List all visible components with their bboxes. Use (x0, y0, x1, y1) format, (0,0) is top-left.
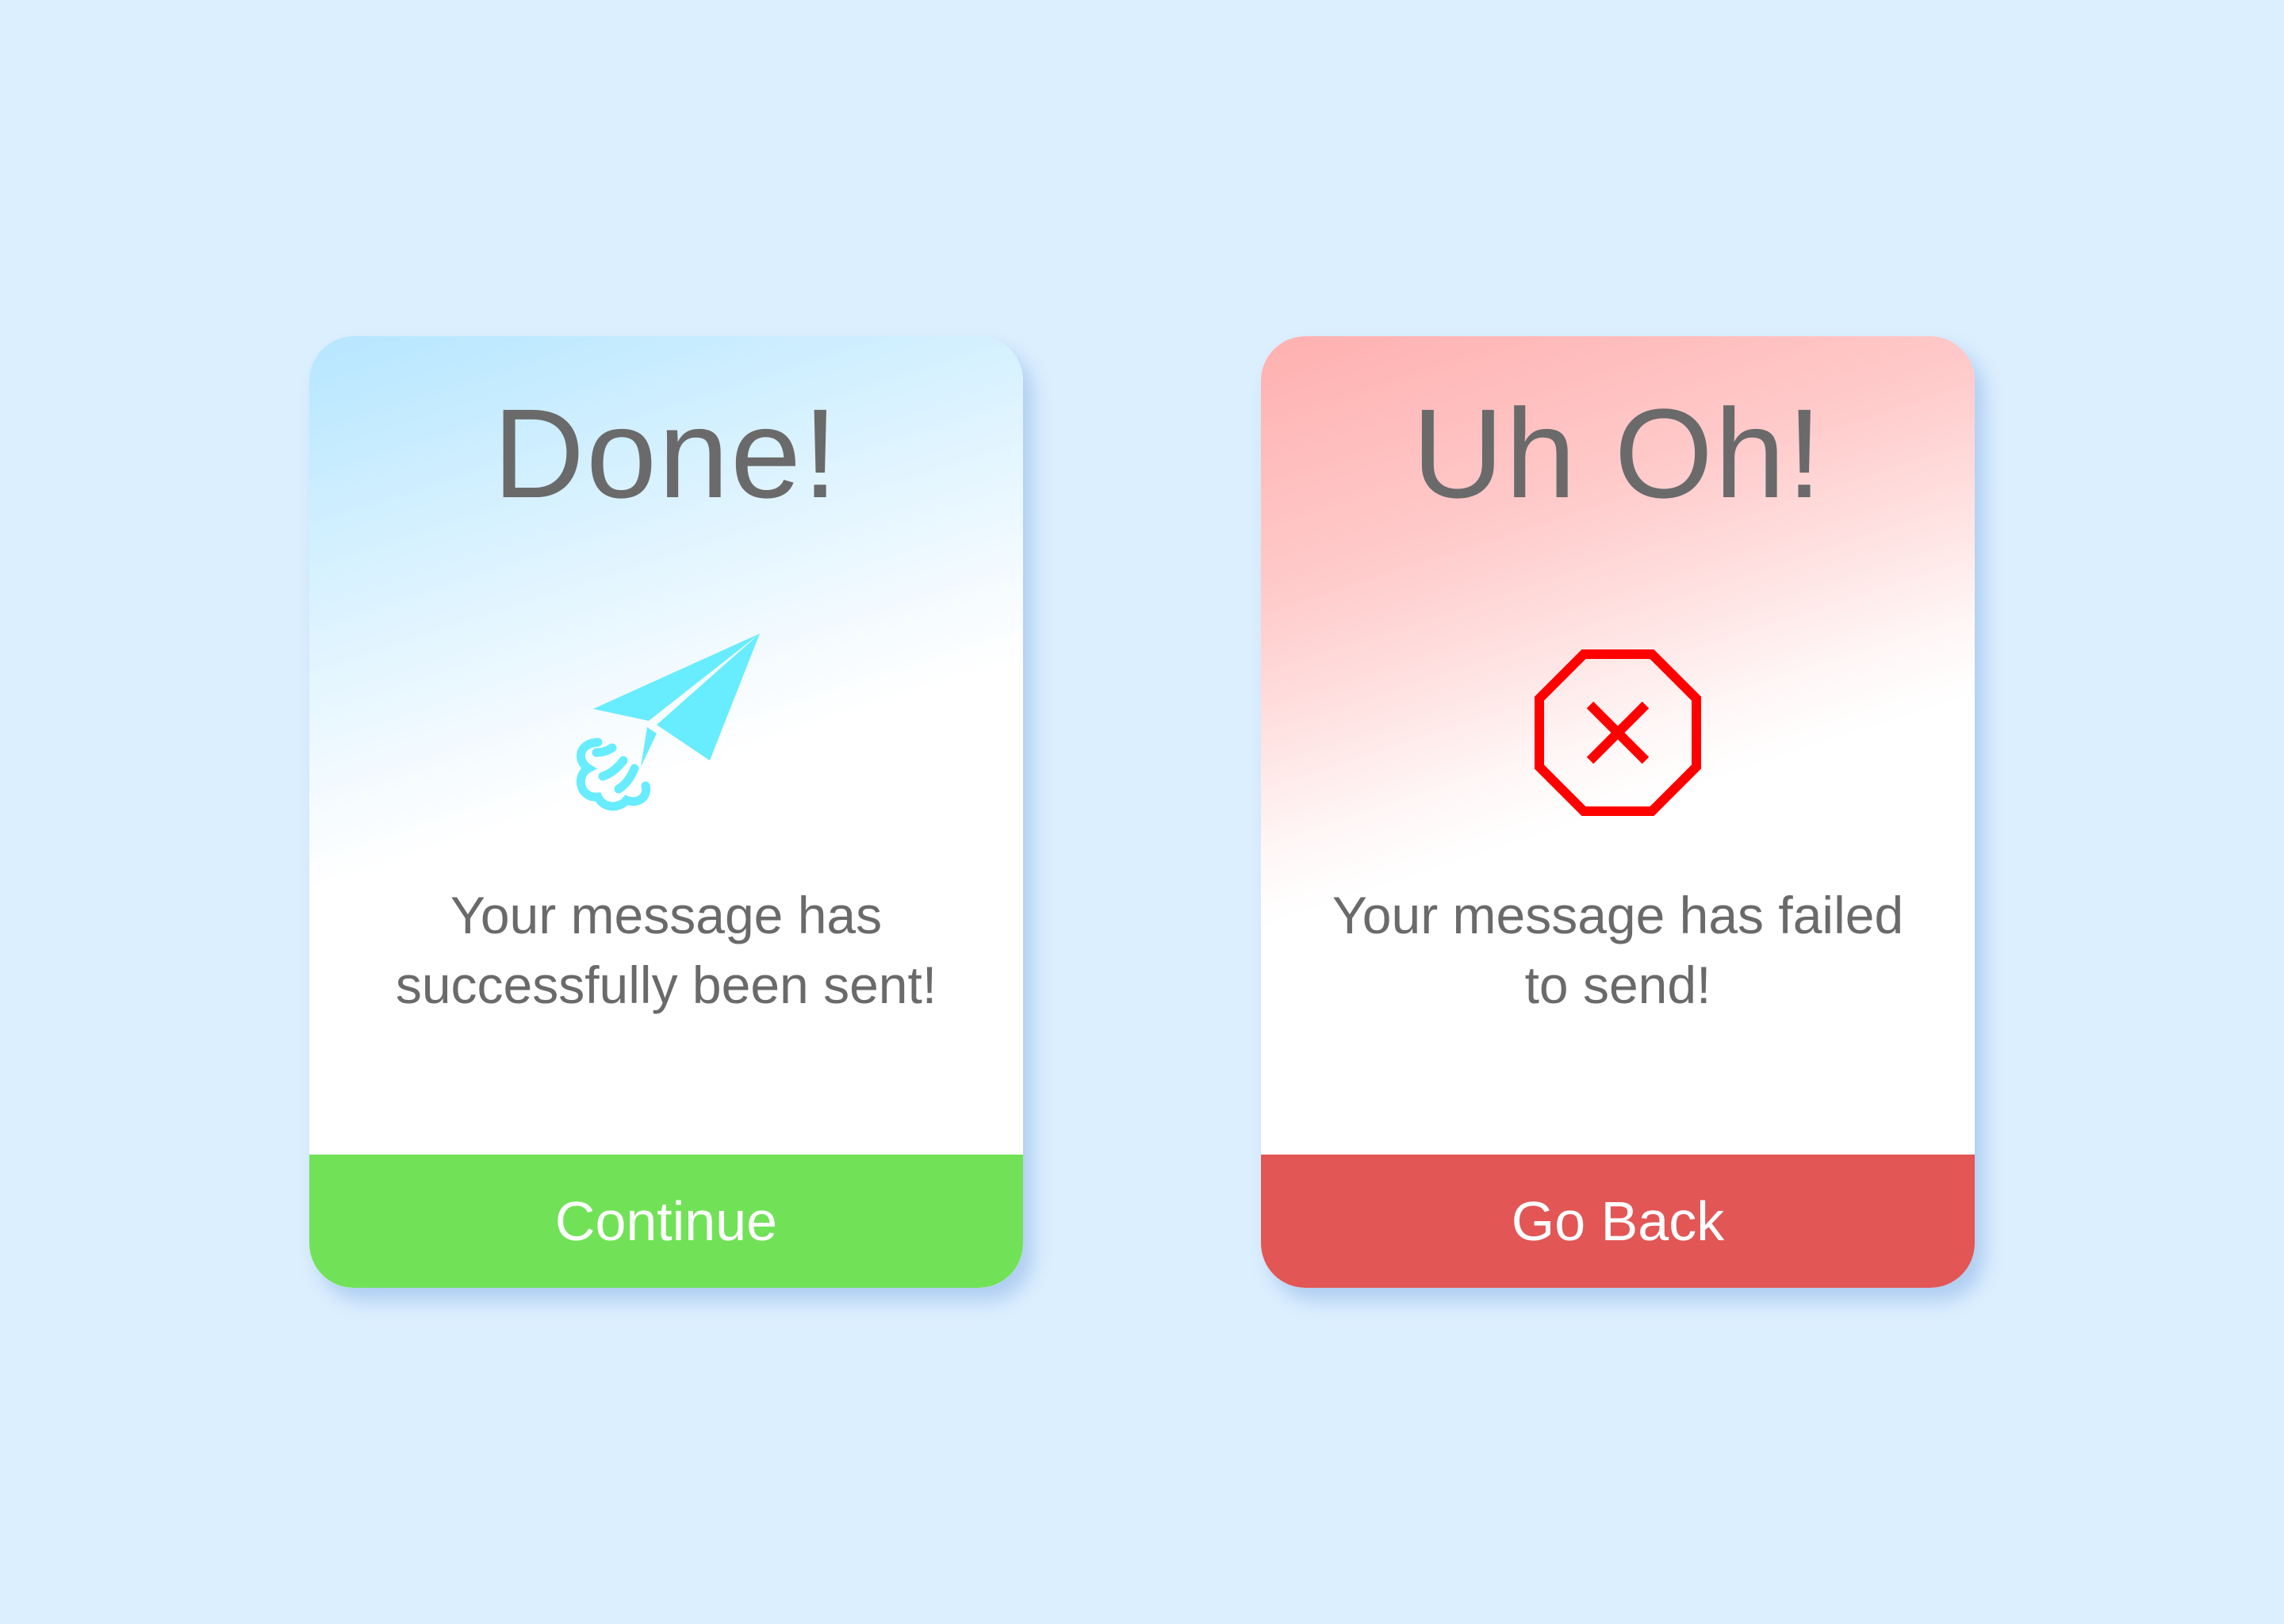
success-message-line2: successfully been sent! (395, 956, 937, 1014)
success-message: Your message has successfully been sent! (341, 880, 991, 1020)
error-dialog: Uh Oh! Your message has failed to send! … (1261, 336, 1975, 1288)
success-message-line1: Your message has (450, 886, 883, 944)
error-message: Your message has failed to send! (1293, 880, 1943, 1020)
stop-octagon-x-icon (1261, 598, 1975, 868)
error-message-line1: Your message has failed (1332, 886, 1904, 944)
go-back-button[interactable]: Go Back (1261, 1155, 1975, 1288)
success-title: Done! (492, 382, 840, 524)
paper-plane-icon (309, 598, 1023, 868)
success-dialog: Done! Your message has successfully been… (309, 336, 1023, 1288)
error-message-line2: to send! (1524, 956, 1711, 1014)
continue-button[interactable]: Continue (309, 1155, 1023, 1288)
error-title: Uh Oh! (1412, 382, 1824, 524)
